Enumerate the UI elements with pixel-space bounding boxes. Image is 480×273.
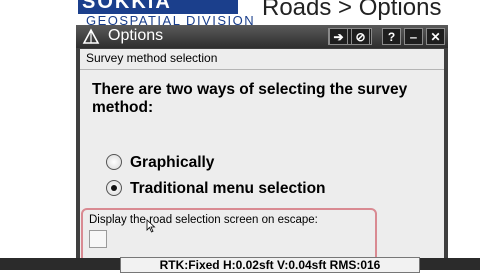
escape-option-highlight: Display the road selection screen on esc…: [81, 208, 377, 264]
escape-option-label: Display the road selection screen on esc…: [89, 214, 318, 226]
radio-button[interactable]: [106, 154, 122, 170]
section-label: Survey method selection: [86, 51, 218, 65]
enter-button[interactable]: ➔: [329, 28, 348, 45]
cancel-button[interactable]: ⊘: [351, 28, 370, 45]
options-window: Options ➔ ⊘ ? ‒ ✕ Survey method selectio…: [76, 25, 448, 270]
survey-question: There are two ways of selecting the surv…: [92, 81, 408, 116]
radio-label[interactable]: Traditional menu selection: [130, 179, 326, 198]
status-bar: RTK:Fixed H:0.02sft V:0.04sft RMS:016: [0, 257, 480, 273]
section-divider: [80, 69, 444, 70]
minimize-button[interactable]: ‒: [404, 28, 423, 45]
help-button[interactable]: ?: [382, 28, 401, 45]
radio-selected-dot: [111, 185, 117, 191]
radio-label[interactable]: Graphically: [130, 153, 214, 172]
escape-option-checkbox[interactable]: [89, 230, 107, 248]
mouse-cursor-icon: [146, 219, 156, 233]
radio-button[interactable]: [106, 180, 122, 196]
logo-text: SOKKIA: [82, 0, 172, 13]
title-bar: Options ➔ ⊘ ? ‒ ✕: [76, 25, 448, 48]
slide-banner: SOKKIA GEOSPATIAL DIVISION Roads > Optio…: [0, 0, 480, 27]
slide-title: Roads > Options: [262, 0, 442, 21]
gps-status-text: RTK:Fixed H:0.02sft V:0.04sft RMS:016: [120, 257, 420, 273]
close-button[interactable]: ✕: [426, 28, 445, 45]
window-title: Options: [108, 27, 164, 44]
options-panel: Survey method selection There are two wa…: [80, 49, 444, 265]
app-icon: [82, 28, 100, 44]
